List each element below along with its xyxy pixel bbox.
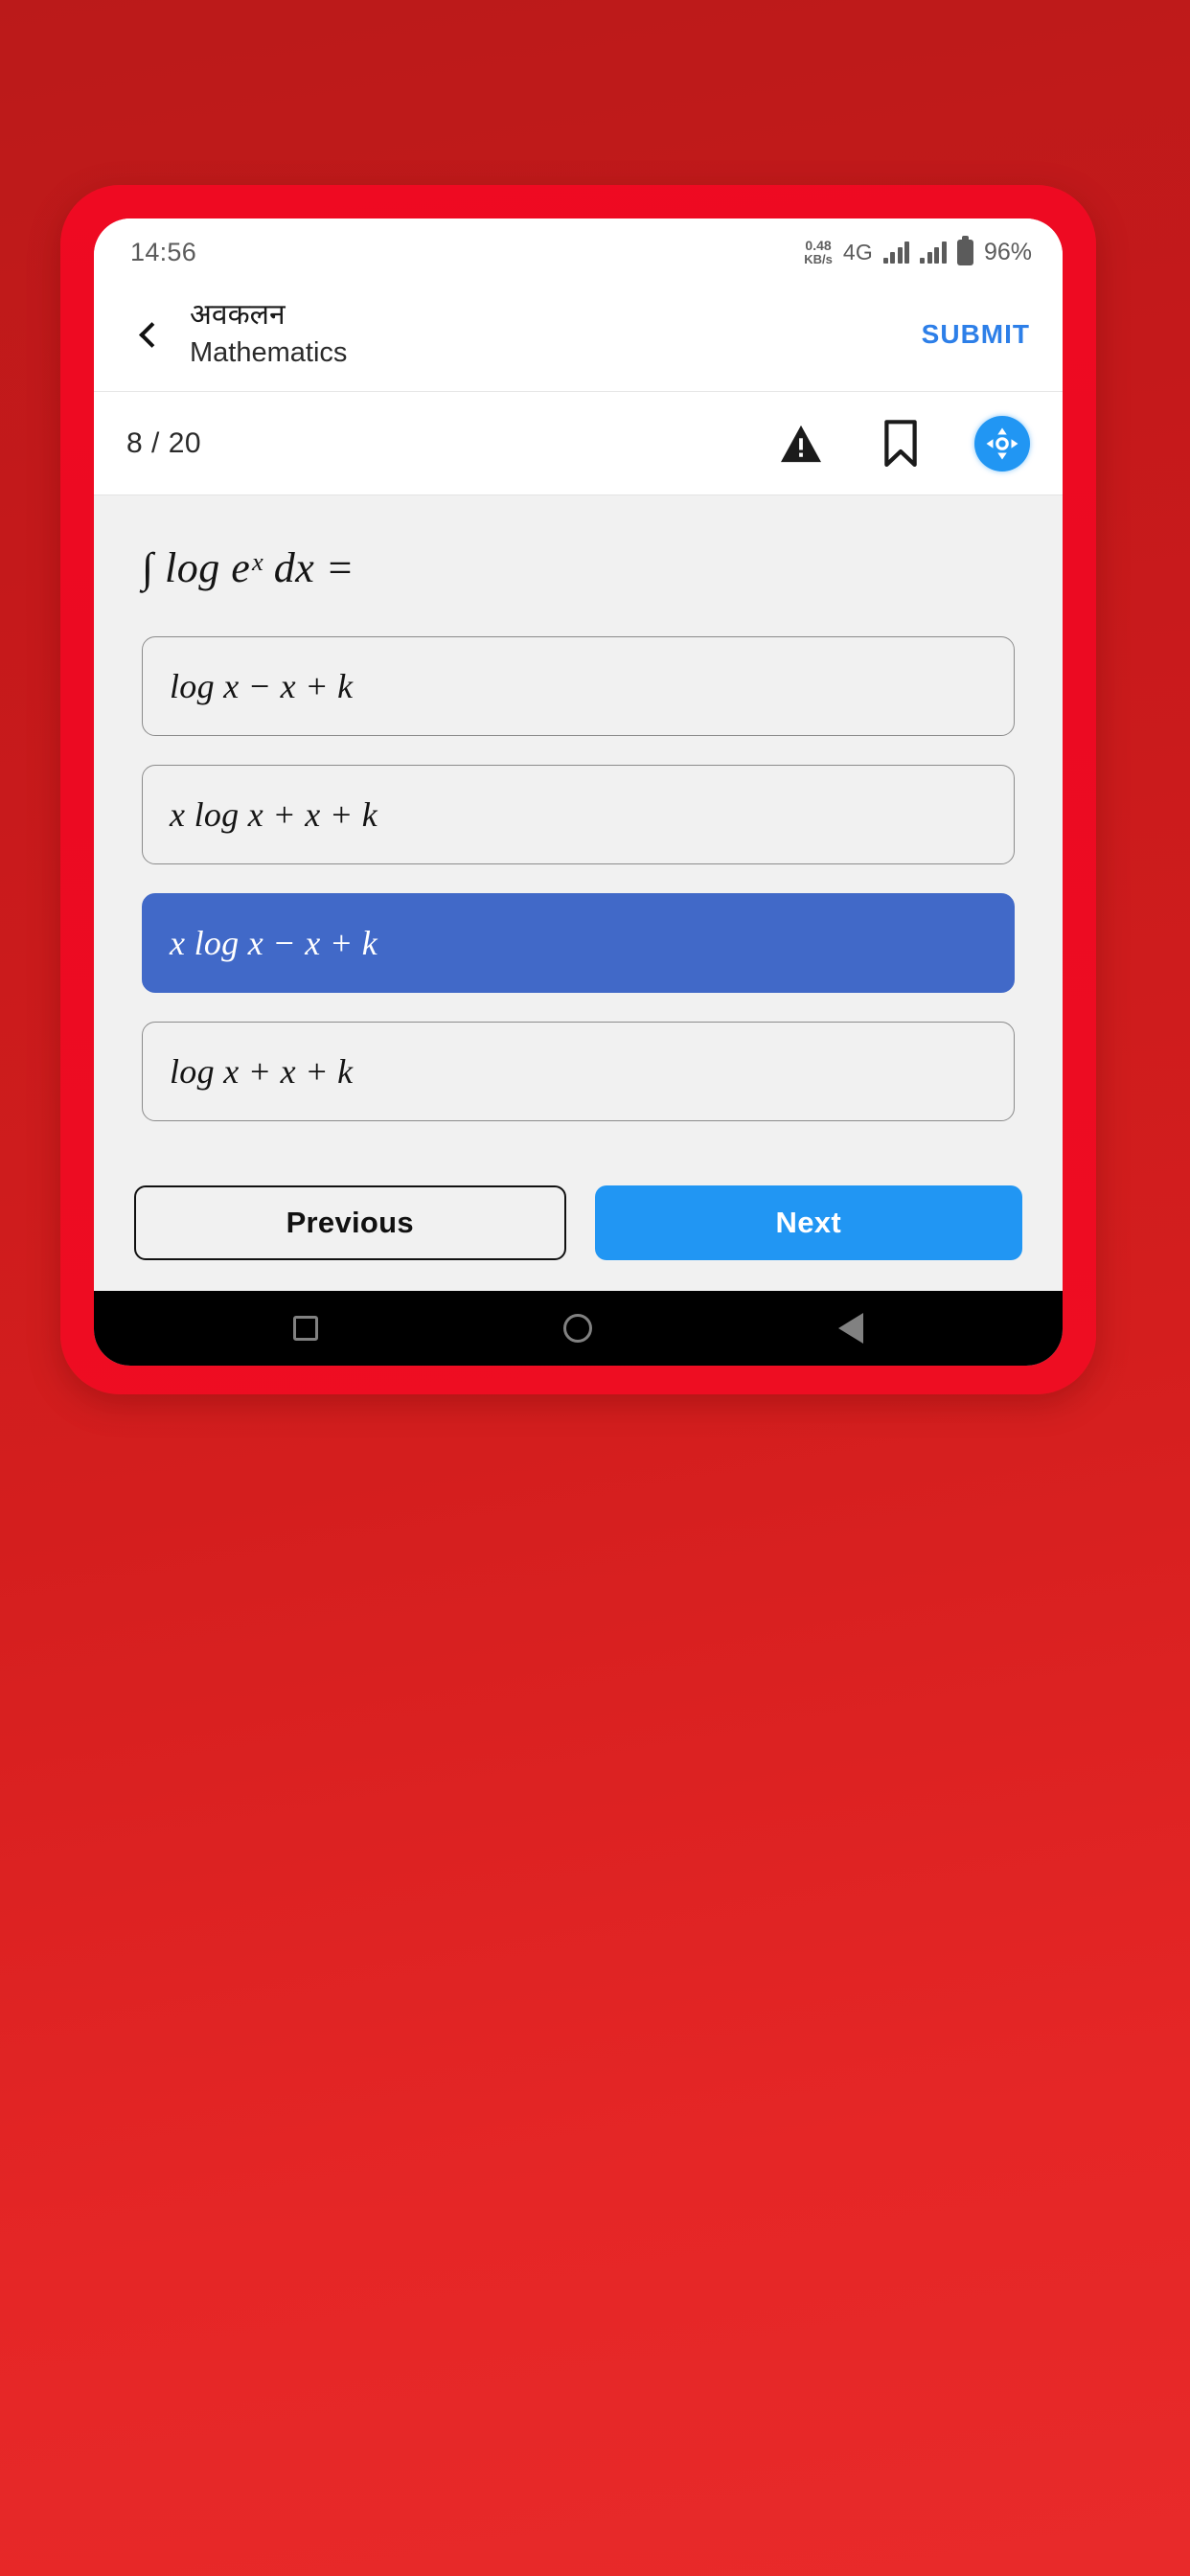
submit-button[interactable]: SUBMIT	[918, 310, 1034, 359]
next-button[interactable]: Next	[594, 1185, 1022, 1260]
counter-actions	[775, 415, 1030, 472]
option-b[interactable]: x log x + x + k	[142, 765, 1015, 865]
question-counter-bar: 8 / 20	[94, 392, 1063, 496]
network-speed-value: 0.48	[805, 238, 832, 254]
page-subtitle: Mathematics	[190, 337, 348, 369]
status-time: 14:56	[130, 237, 197, 266]
signal-bars-icon-2	[920, 241, 947, 264]
battery-full-icon	[956, 235, 973, 265]
phone-screen: 14:56 0.48 KB/s 4G 96% अवकलन Mathematics	[94, 218, 1063, 1366]
network-speed-indicator: 0.48 KB/s	[804, 239, 833, 265]
question-text: ∫ log eˣ dx =	[142, 544, 355, 592]
bookmark-icon	[884, 419, 917, 467]
signal-bars-icon	[882, 241, 910, 264]
option-c[interactable]: x log x − x + k	[142, 893, 1015, 994]
warning-triangle-icon	[781, 425, 821, 462]
move-handle-button[interactable]	[974, 415, 1030, 472]
previous-button[interactable]: Previous	[134, 1185, 566, 1260]
phone-frame: 14:56 0.48 KB/s 4G 96% अवकलन Mathematics	[60, 185, 1096, 1394]
options-list: log x − x + k x log x + x + k x log x − …	[94, 636, 1063, 1122]
bookmark-button[interactable]	[875, 418, 927, 470]
page-title: अवकलन	[190, 299, 286, 331]
question-counter: 8 / 20	[126, 426, 202, 459]
move-handle-icon	[986, 427, 1018, 460]
android-navigation-bar	[94, 1291, 1063, 1366]
bottom-nav-bar: Previous Next	[94, 1185, 1063, 1291]
option-d[interactable]: log x + x + k	[142, 1022, 1015, 1122]
chevron-left-icon	[138, 321, 165, 348]
network-type-label: 4G	[842, 239, 873, 264]
report-question-button[interactable]	[775, 418, 827, 470]
circle-icon[interactable]	[563, 1314, 593, 1343]
app-header: अवकलन Mathematics SUBMIT	[94, 286, 1063, 393]
question-area: ∫ log eˣ dx = log x − x + k x log x + x …	[94, 495, 1063, 1291]
back-button[interactable]	[119, 305, 178, 364]
header-titles: अवकलन Mathematics	[178, 297, 918, 372]
option-a[interactable]: log x − x + k	[142, 636, 1015, 737]
battery-percent-label: 96%	[983, 238, 1032, 265]
square-icon[interactable]	[293, 1316, 319, 1341]
network-speed-unit: KB/s	[804, 251, 833, 266]
status-icons: 0.48 KB/s 4G 96%	[804, 235, 1032, 266]
triangle-back-icon[interactable]	[837, 1313, 863, 1344]
status-bar: 14:56 0.48 KB/s 4G 96%	[94, 218, 1063, 286]
